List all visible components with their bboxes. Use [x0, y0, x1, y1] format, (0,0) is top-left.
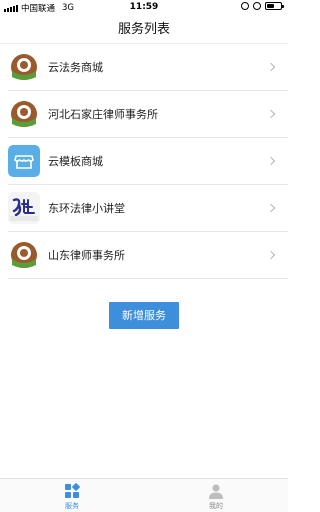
- tab-profile[interactable]: 我的: [144, 479, 288, 512]
- list-item[interactable]: 山东律师事务所: [8, 232, 288, 279]
- service-label: 云模板商城: [48, 155, 103, 168]
- service-label: 河北石家庄律师事务所: [48, 108, 158, 121]
- add-service-button[interactable]: 新增服务: [109, 302, 179, 329]
- chevron-right-icon: [266, 156, 276, 166]
- grid-icon: [65, 483, 80, 498]
- service-list: 云法务商城 河北石家庄律师事务所 云模板商城 东环法律小讲堂 山东律师事务所: [8, 44, 288, 279]
- page-title: 服务列表: [0, 16, 288, 44]
- lock-rotation-icon: [241, 2, 249, 10]
- service-label: 东环法律小讲堂: [48, 202, 125, 215]
- service-label: 云法务商城: [48, 61, 103, 74]
- list-item[interactable]: 河北石家庄律师事务所: [8, 91, 288, 138]
- status-bar: 中国联通 3G 11:59: [0, 0, 288, 16]
- tab-label: 服务: [65, 502, 79, 510]
- battery-icon: [265, 2, 284, 10]
- status-right: [241, 2, 284, 10]
- store-icon: [8, 145, 40, 177]
- chevron-right-icon: [266, 250, 276, 260]
- lawyer-logo-icon: [8, 239, 40, 271]
- list-item[interactable]: 东环法律小讲堂: [8, 185, 288, 232]
- alarm-icon: [253, 2, 261, 10]
- list-item[interactable]: 云法务商城: [8, 44, 288, 91]
- lawyer-logo-icon: [8, 98, 40, 130]
- chevron-right-icon: [266, 62, 276, 72]
- service-label: 山东律师事务所: [48, 249, 125, 262]
- tab-bar: 服务 我的: [0, 478, 288, 512]
- list-item[interactable]: 云模板商城: [8, 138, 288, 185]
- chevron-right-icon: [266, 203, 276, 213]
- tab-label: 我的: [209, 502, 223, 510]
- tab-services[interactable]: 服务: [0, 479, 144, 512]
- lawyer-logo-icon: [8, 51, 40, 83]
- user-icon: [209, 484, 223, 499]
- yunfa-logo-icon: [8, 192, 40, 224]
- chevron-right-icon: [266, 109, 276, 119]
